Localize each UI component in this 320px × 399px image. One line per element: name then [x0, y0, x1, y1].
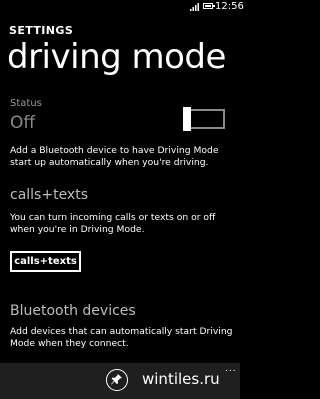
pin-icon: [111, 374, 122, 385]
watermark-text: wintiles.ru: [142, 370, 220, 388]
app-header-label: SETTINGS: [9, 24, 74, 37]
calls-texts-button[interactable]: calls+texts: [10, 251, 81, 272]
status-description: Add a Bluetooth device to have Driving M…: [10, 145, 219, 168]
bluetooth-devices-description: Add devices that can automatically start…: [10, 326, 233, 349]
status-value: Off: [10, 113, 36, 133]
signal-icon: [190, 3, 199, 11]
app-bar: wintiles.ru ...: [0, 363, 240, 399]
battery-icon: [203, 3, 215, 9]
calls-texts-description: You can turn incoming calls or texts on …: [10, 212, 216, 235]
calls-texts-heading: calls+texts: [10, 187, 89, 203]
clock: 12:56: [215, 1, 244, 12]
pin-button[interactable]: [106, 369, 128, 391]
page-title: driving mode: [7, 37, 226, 77]
driving-mode-toggle[interactable]: [183, 107, 225, 131]
toggle-thumb[interactable]: [183, 107, 191, 131]
bluetooth-devices-heading: Bluetooth devices: [10, 303, 136, 319]
more-options-ellipsis[interactable]: ...: [225, 364, 237, 374]
status-bar: 12:56: [0, 0, 244, 14]
status-caption: Status: [10, 98, 42, 109]
